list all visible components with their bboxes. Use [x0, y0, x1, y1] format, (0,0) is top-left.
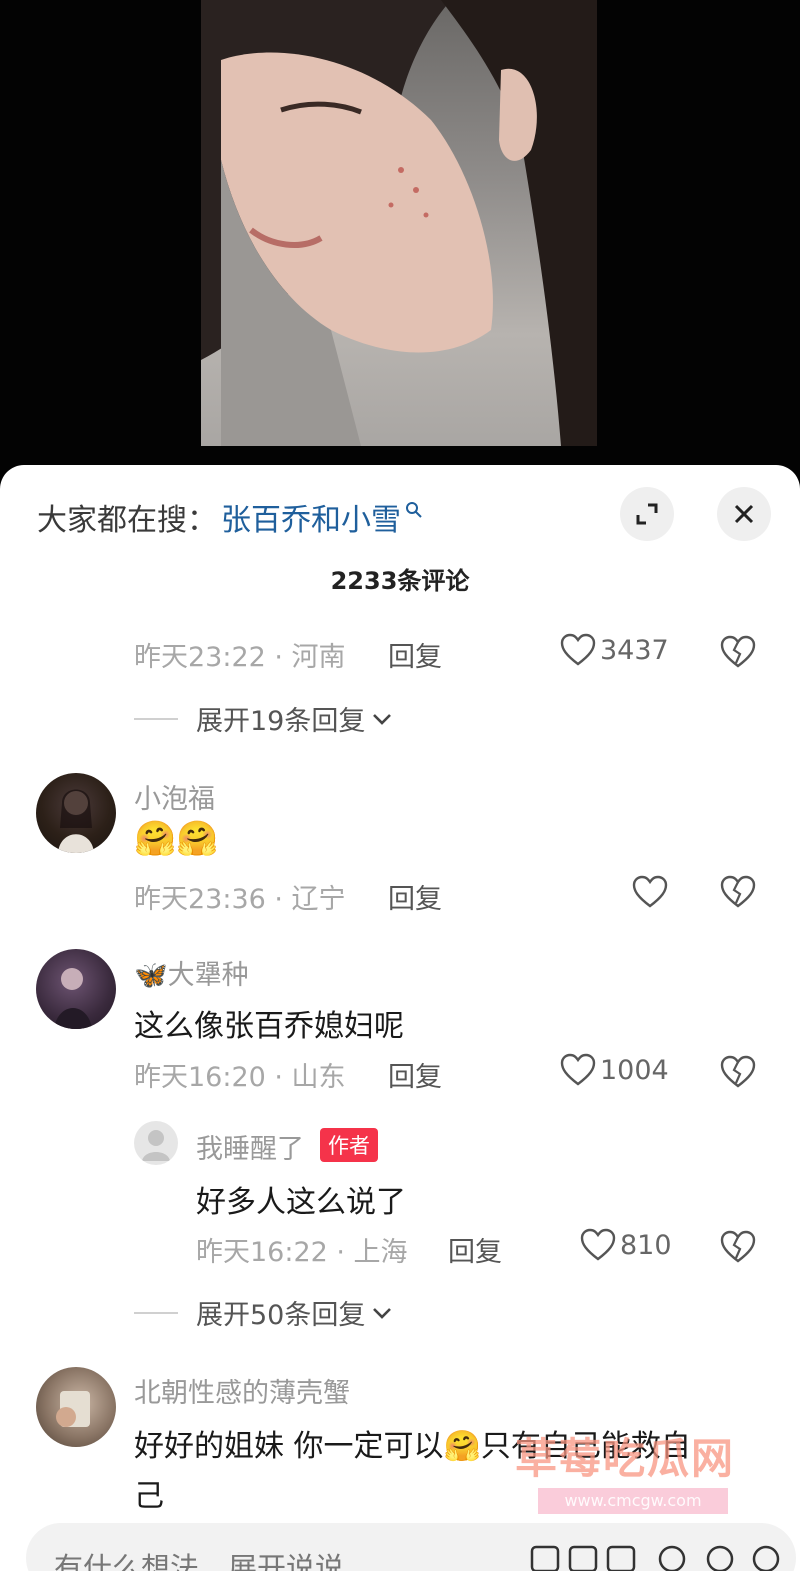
broken-heart-icon[interactable]	[720, 1230, 756, 1264]
comment-meta: 昨天16:20 · 山东	[134, 1062, 346, 1093]
comment-username[interactable]: 🦋大犟种	[134, 953, 249, 992]
reply-button[interactable]: 回复	[388, 1055, 442, 1094]
like-button[interactable]: 1004	[560, 1053, 669, 1087]
heart-icon[interactable]	[632, 875, 668, 909]
trending-search-label: 大家都在搜：	[37, 503, 217, 538]
expand-replies[interactable]: 展开19条回复	[134, 699, 393, 738]
avatar-image	[56, 1391, 90, 1427]
avatar-image	[58, 789, 94, 853]
close-icon	[734, 504, 754, 524]
avatar[interactable]	[36, 949, 116, 1029]
author-badge: 作者	[320, 1128, 378, 1162]
like-count: 3437	[600, 634, 669, 666]
heart-icon	[580, 1228, 616, 1261]
reply-meta: 昨天16:22 · 上海	[196, 1237, 408, 1268]
comments-count: 2233条评论	[330, 567, 470, 595]
like-count: 810	[620, 1229, 672, 1261]
expand-replies-label: 展开50条回复	[196, 1300, 366, 1331]
like-button[interactable]: 810	[580, 1228, 672, 1262]
comment-text: 🤗🤗	[134, 819, 219, 859]
expand-button[interactable]	[620, 487, 674, 541]
expand-replies-label: 展开19条回复	[196, 706, 366, 737]
reply-username[interactable]: 我睡醒了	[196, 1127, 304, 1166]
close-button[interactable]	[717, 487, 771, 541]
comment-text: 这么像张百乔媳妇呢	[134, 1009, 404, 1044]
reply-text: 好多人这么说了	[196, 1185, 406, 1220]
comment-username-text: 大犟种	[167, 960, 249, 991]
comments-sheet: 大家都在搜： 张百乔和小雪 2233条评论 昨天23:22 · 河南 回复 34…	[0, 465, 800, 1571]
divider	[134, 1311, 178, 1314]
post-photo[interactable]	[201, 0, 597, 446]
heart-icon	[560, 633, 596, 666]
avatar[interactable]	[36, 773, 116, 853]
reply-button[interactable]: 回复	[448, 1230, 502, 1269]
chevron-down-icon	[373, 1307, 392, 1319]
reply-button[interactable]: 回复	[388, 877, 442, 916]
comment-username[interactable]: 小泡福	[134, 777, 215, 816]
avatar[interactable]	[134, 1121, 178, 1165]
trending-search: 大家都在搜： 张百乔和小雪	[37, 495, 423, 539]
expand-replies[interactable]: 展开50条回复	[134, 1293, 393, 1332]
media-viewer	[0, 0, 800, 480]
butterfly-icon: 🦋	[134, 960, 168, 991]
like-button[interactable]: 3437	[560, 633, 669, 667]
default-avatar-icon	[142, 1130, 170, 1161]
broken-heart-icon[interactable]	[720, 1055, 756, 1089]
heart-icon	[560, 1053, 596, 1086]
expand-icon	[636, 503, 658, 525]
comment-username[interactable]: 北朝性感的薄壳蟹	[134, 1371, 350, 1410]
avatar-image	[54, 968, 92, 1029]
comment-input-placeholder: 有什么想法，展开说说	[54, 1551, 345, 1571]
like-count: 1004	[600, 1054, 669, 1086]
comment-meta: 昨天23:22 · 河南	[134, 642, 346, 673]
broken-heart-icon[interactable]	[720, 635, 756, 669]
avatar[interactable]	[36, 1367, 116, 1447]
comment-meta: 昨天23:36 · 辽宁	[134, 884, 346, 915]
trending-search-link[interactable]: 张百乔和小雪	[221, 495, 401, 539]
search-icon[interactable]	[405, 501, 423, 519]
watermark-url: www.cmcgw.com	[538, 1488, 728, 1514]
comment-text-line2: 己	[134, 1479, 164, 1514]
watermark: 草莓吃瓜网	[515, 1434, 736, 1483]
comment-input[interactable]: 有什么想法，展开说说	[26, 1523, 796, 1571]
input-toolbar-icons[interactable]	[530, 1543, 780, 1571]
reply-button[interactable]: 回复	[388, 635, 442, 674]
broken-heart-icon[interactable]	[720, 875, 756, 909]
chevron-down-icon	[373, 713, 392, 725]
photo-illustration	[201, 0, 597, 446]
divider	[134, 717, 178, 720]
